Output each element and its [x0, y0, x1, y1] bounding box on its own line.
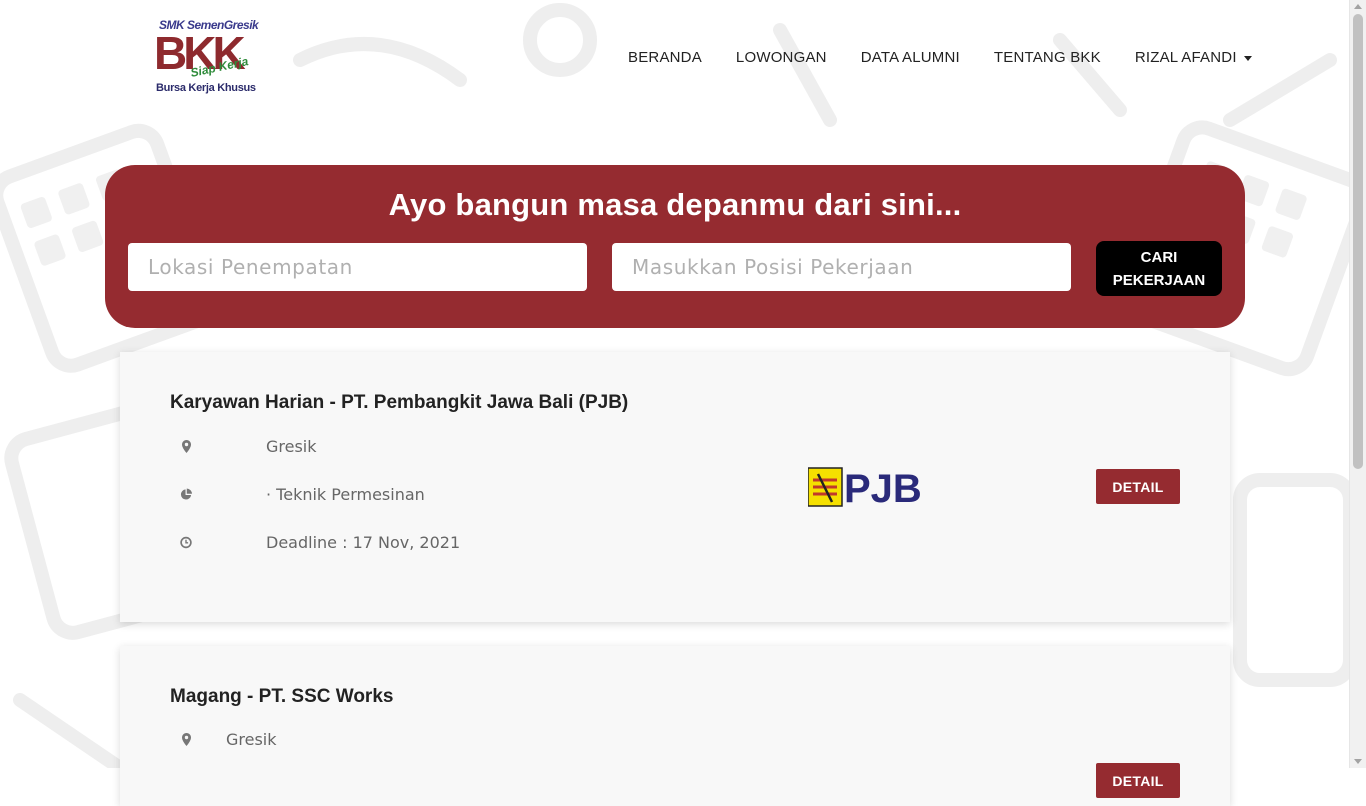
job-card: Magang - PT. SSC Works Gresik DETAIL — [120, 646, 1230, 806]
pjb-company-logo: PJB — [808, 467, 922, 510]
scrollbar-thumb[interactable] — [1353, 14, 1363, 469]
hero-heading: Ayo bangun masa depanmu dari sini... — [388, 187, 962, 222]
detail-button[interactable]: DETAIL — [1096, 763, 1180, 798]
pjb-logo-text: PJB — [844, 467, 922, 510]
main-nav: BERANDA LOWONGAN DATA ALUMNI TENTANG BKK… — [628, 49, 1252, 66]
job-card: Karyawan Harian - PT. Pembangkit Jawa Ba… — [120, 352, 1230, 622]
logo-subtitle: Bursa Kerja Khusus — [156, 82, 256, 94]
vertical-scrollbar[interactable] — [1349, 0, 1366, 768]
nav-item-tentang-bkk[interactable]: TENTANG BKK — [994, 49, 1101, 66]
user-name: RIZAL AFANDI — [1134, 49, 1237, 66]
job-location-row: Gresik — [180, 730, 277, 749]
pie-chart-icon — [180, 488, 192, 502]
caret-down-icon — [1243, 55, 1252, 61]
scroll-up-arrow-icon[interactable] — [1354, 4, 1362, 9]
position-input[interactable] — [612, 243, 1071, 291]
nav-item-beranda[interactable]: BERANDA — [628, 49, 702, 66]
job-deadline: Deadline : 17 Nov, 2021 — [266, 533, 461, 552]
job-location: Gresik — [266, 437, 317, 456]
job-location-row: Gresik — [180, 437, 317, 456]
detail-button[interactable]: DETAIL — [1096, 469, 1180, 504]
navbar: SMK SemenGresik BKK Siap Kerja Bursa Ker… — [0, 0, 1350, 115]
location-input[interactable] — [128, 243, 587, 291]
map-marker-icon — [180, 440, 192, 454]
user-menu-dropdown[interactable]: RIZAL AFANDI — [1135, 49, 1252, 66]
bkk-logo[interactable]: SMK SemenGresik BKK Siap Kerja Bursa Ker… — [152, 18, 259, 98]
map-marker-icon — [180, 733, 192, 747]
scroll-down-arrow-icon[interactable] — [1354, 759, 1362, 764]
nav-item-data-alumni[interactable]: DATA ALUMNI — [861, 49, 960, 66]
job-title[interactable]: Magang - PT. SSC Works — [170, 686, 393, 708]
clock-icon — [180, 536, 192, 550]
job-field: · Teknik Permesinan — [266, 485, 425, 504]
job-field-row: · Teknik Permesinan — [180, 485, 425, 504]
nav-item-lowongan[interactable]: LOWONGAN — [736, 49, 827, 66]
search-jobs-button[interactable]: CARI PEKERJAAN — [1096, 241, 1222, 296]
job-location: Gresik — [226, 730, 277, 749]
job-search-hero: Ayo bangun masa depanmu dari sini... CAR… — [105, 165, 1245, 328]
job-title[interactable]: Karyawan Harian - PT. Pembangkit Jawa Ba… — [170, 392, 628, 414]
job-deadline-row: Deadline : 17 Nov, 2021 — [180, 533, 460, 552]
